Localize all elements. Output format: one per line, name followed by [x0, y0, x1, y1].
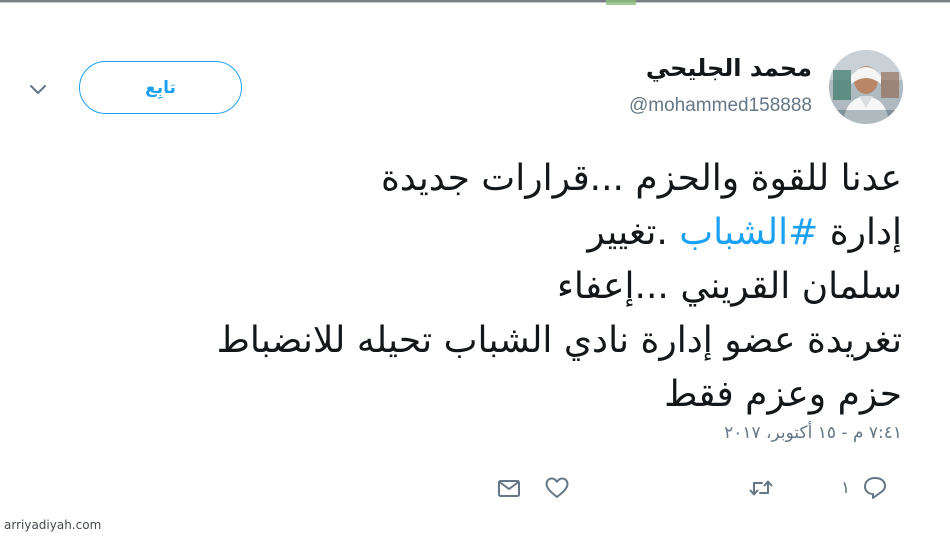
- tweet-line-1: عدنا للقوة والحزم ...قرارات جديدة: [380, 158, 902, 199]
- tweet-line-5: حزم وعزم فقط: [664, 374, 902, 415]
- tweet-line-3: سلمان القريني ...إعفاء: [556, 266, 902, 307]
- follow-button[interactable]: تابِع: [79, 61, 242, 114]
- retweet-icon: [749, 480, 773, 496]
- user-avatar-photo-icon: [829, 50, 903, 124]
- tweet-text: عدنا للقوة والحزم ...قرارات جديدة إدارة …: [72, 152, 902, 422]
- reply-count: ١: [841, 478, 851, 498]
- tweet-line-2: إدارة #الشباب .تغيير: [72, 206, 902, 260]
- tweet-line-4: تغريدة عضو إدارة نادي الشباب تحيله للانض…: [216, 320, 902, 361]
- top-border-line: [0, 0, 950, 2]
- envelope-icon: [498, 480, 520, 497]
- author-display-name[interactable]: محمد الجليحي: [646, 54, 812, 82]
- tweet-line-2-prefix: إدارة: [818, 212, 902, 253]
- chevron-down-icon: [30, 85, 46, 94]
- reply-icon: [864, 477, 887, 499]
- tweet-timestamp[interactable]: ٧:٤١ م - ١٥ أكتوبر، ٢٠١٧: [724, 423, 902, 443]
- top-edge-accent: [606, 0, 636, 5]
- tweet-menu-button[interactable]: [28, 80, 48, 100]
- follow-button-label: تابِع: [145, 77, 176, 98]
- watermark: arriyadiyah.com: [4, 518, 102, 532]
- tweet-line-2-suffix: .تغيير: [587, 212, 680, 253]
- like-button[interactable]: [544, 474, 570, 502]
- reply-button[interactable]: ١: [841, 474, 888, 502]
- direct-message-button[interactable]: [496, 474, 522, 502]
- hashtag-link[interactable]: #الشباب: [679, 212, 818, 253]
- retweet-button[interactable]: [748, 474, 774, 502]
- author-handle[interactable]: @mohammed158888: [629, 95, 812, 117]
- heart-icon: [545, 477, 569, 498]
- tweet-screenshot: محمد الجليحي @mohammed158888 تابِع عدنا …: [0, 0, 950, 536]
- avatar[interactable]: [829, 50, 903, 124]
